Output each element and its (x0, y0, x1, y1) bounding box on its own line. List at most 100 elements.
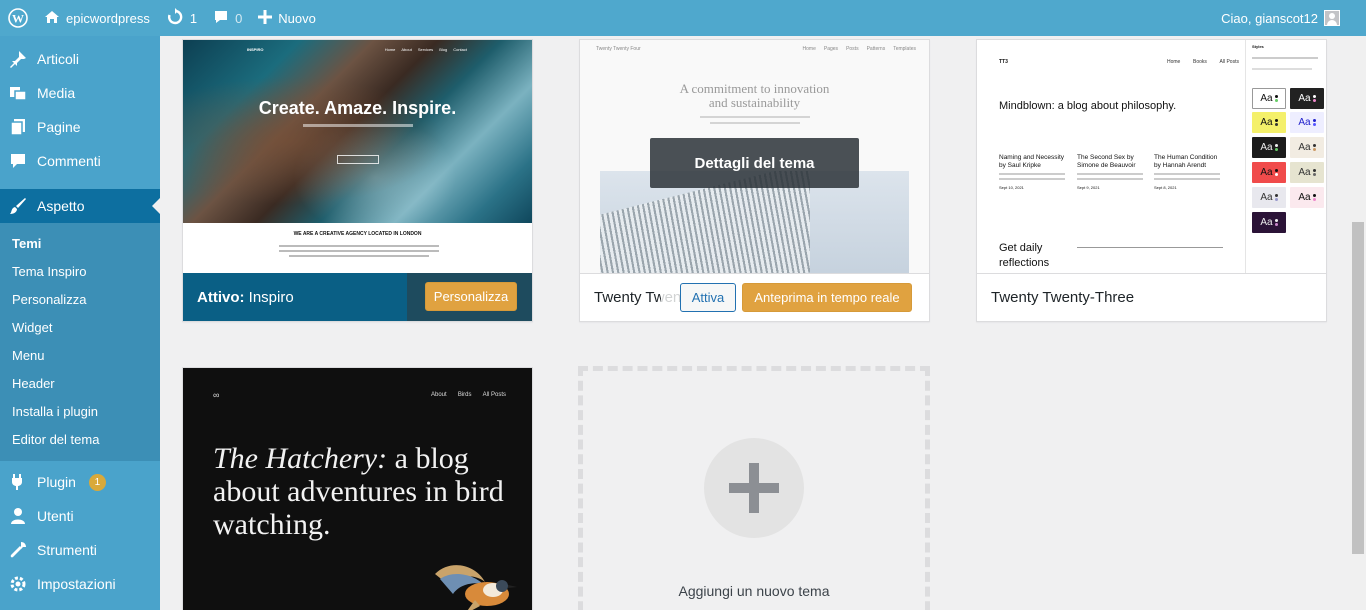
theme-details-overlay[interactable]: Dettagli del tema (650, 138, 859, 188)
tt4-preview-nav: Twenty Twenty Four Home Pages Posts Patt… (596, 46, 916, 52)
menu-pagine[interactable]: Pagine (0, 110, 160, 144)
tt4-preview-text-line (710, 122, 800, 124)
inspiro-preview-button (337, 155, 379, 164)
theme-card-inspiro[interactable]: INSPIRO Home About Services Blog Contact… (182, 39, 533, 322)
plugin-update-badge: 1 (88, 473, 106, 491)
brush-icon (8, 197, 28, 215)
tt4-preview-heading: A commitment to innovation and sustainab… (679, 81, 830, 110)
live-preview-button[interactable]: Anteprima in tempo reale (742, 283, 912, 312)
inspiro-preview-text-line (279, 250, 439, 252)
admin-bar: W epicwordpress 1 0 Nuovo Ciao, gianscot… (0, 0, 1366, 36)
menu-impostazioni[interactable]: Impostazioni (0, 567, 160, 601)
submenu-menu[interactable]: Menu (0, 341, 160, 369)
avatar (1324, 10, 1340, 26)
hatchery-preview-nav-item: About (431, 392, 447, 398)
menu-media[interactable]: Media (0, 76, 160, 110)
menu-strumenti[interactable]: Strumenti (0, 533, 160, 567)
style-swatch: Aa (1252, 137, 1286, 158)
tt3-preview-heading: Mindblown: a blog about philosophy. (999, 100, 1177, 112)
inspiro-preview-bottom: WE ARE A CREATIVE AGENCY LOCATED IN LOND… (183, 223, 532, 273)
comments-link[interactable]: 0 (205, 0, 250, 36)
style-swatch: Aa (1290, 112, 1324, 133)
active-label: Attivo: Inspiro (197, 289, 294, 306)
theme-screenshot-hatchery[interactable]: ∞ About Birds All Posts The Hatchery: a … (183, 368, 532, 610)
theme-name-bar: Twenty Twenty-Three (977, 273, 1326, 321)
style-swatch: Aa (1252, 88, 1286, 109)
wrench-icon (8, 541, 28, 559)
scrollbar-thumb[interactable] (1352, 222, 1364, 554)
active-prefix: Attivo: (197, 288, 245, 306)
menu-utenti[interactable]: Utenti (0, 499, 160, 533)
menu-label: Pagine (37, 119, 81, 135)
menu-articoli[interactable]: Articoli (0, 42, 160, 76)
page-scrollbar[interactable] (1350, 36, 1366, 610)
inspiro-hero-image (183, 40, 532, 223)
tt3-preview-post: The Second Sex by Simone de Beauvoir Sep… (1077, 154, 1147, 192)
inspiro-preview-text-line (289, 255, 429, 257)
activate-button[interactable]: Attiva (680, 283, 736, 312)
add-new-theme-card[interactable]: Aggiungi un nuovo tema (578, 366, 930, 610)
new-content-link[interactable]: Nuovo (250, 0, 324, 36)
tt3-preview-post: Naming and Necessity by Saul Kripke Sept… (999, 154, 1069, 192)
inspiro-preview-nav: INSPIRO Home About Services Blog Contact (247, 47, 467, 52)
tt3-post-title: Naming and Necessity by Saul Kripke (999, 154, 1065, 169)
site-name-link[interactable]: epicwordpress (36, 0, 158, 36)
inspiro-preview-title: Create. Amaze. Inspire. (258, 98, 457, 118)
theme-card-twenty-twenty-three[interactable]: TT3 Home Books All Posts Mindblown: a bl… (976, 39, 1327, 322)
inspiro-preview-subtext (303, 124, 413, 127)
inspiro-preview-logo: INSPIRO (247, 47, 264, 52)
themes-grid: INSPIRO Home About Services Blog Contact… (160, 36, 1350, 610)
updates-link[interactable]: 1 (158, 0, 205, 36)
tt3-preview-nav: Home Books All Posts (1167, 59, 1239, 65)
menu-commenti[interactable]: Commenti (0, 144, 160, 178)
submenu-editor-tema[interactable]: Editor del tema (0, 425, 160, 453)
tt3-post-excerpt (999, 178, 1065, 180)
theme-card-twenty-twenty-four[interactable]: Twenty Twenty Four Home Pages Posts Patt… (579, 39, 930, 322)
tt3-post-title: The Second Sex by Simone de Beauvoir (1077, 154, 1136, 169)
submenu-header[interactable]: Header (0, 369, 160, 397)
menu-aspetto[interactable]: Aspetto (0, 189, 160, 223)
submenu-tema-inspiro[interactable]: Tema Inspiro (0, 257, 160, 285)
theme-screenshot-twenty-twenty-four[interactable]: Twenty Twenty Four Home Pages Posts Patt… (580, 40, 929, 273)
hatchery-preview-nav: About Birds All Posts (431, 392, 506, 398)
theme-card-hatchery[interactable]: ∞ About Birds All Posts The Hatchery: a … (182, 367, 533, 610)
tt3-preview-nav-item: Books (1192, 59, 1207, 65)
theme-name-bar: Twenty Twenty-Four Attiva Anteprima in t… (580, 273, 929, 321)
theme-screenshot-twenty-twenty-three[interactable]: TT3 Home Books All Posts Mindblown: a bl… (977, 40, 1326, 273)
menu-label: Plugin (37, 474, 76, 490)
account-menu[interactable]: Ciao, gianscot12 (1221, 10, 1366, 26)
tt4-preview-brand: Twenty Twenty Four (596, 46, 641, 52)
wordpress-logo-icon[interactable]: W (0, 0, 36, 36)
tt3-post-excerpt (1154, 173, 1220, 175)
aspetto-submenu: Temi Tema Inspiro Personalizza Widget Me… (0, 223, 160, 461)
plugin-icon (8, 473, 28, 491)
submenu-widget[interactable]: Widget (0, 313, 160, 341)
hatchery-preview-logo: ∞ (213, 390, 220, 400)
tt3-post-date: Sept 8, 2021 (1154, 185, 1177, 190)
bird-illustration (435, 565, 517, 610)
submenu-installa-plugin[interactable]: Installa i plugin (0, 397, 160, 425)
submenu-temi[interactable]: Temi (0, 229, 160, 257)
menu-label: Aspetto (37, 198, 85, 214)
add-new-theme-plus-icon[interactable] (704, 438, 804, 538)
menu-plugin[interactable]: Plugin 1 (0, 465, 160, 499)
style-swatch: Aa (1290, 88, 1324, 109)
tt3-preview-daily: Get daily reflections (999, 242, 1050, 269)
tt3-post-title: The Human Condition by Hannah Arendt (1154, 154, 1218, 169)
theme-screenshot-inspiro[interactable]: INSPIRO Home About Services Blog Contact… (183, 40, 532, 273)
tt3-post-excerpt (1154, 178, 1220, 180)
tt3-preview-nav-item: Home (1167, 59, 1181, 65)
submenu-personalizza[interactable]: Personalizza (0, 285, 160, 313)
inspiro-preview-nav-item: About (401, 47, 412, 52)
inspiro-preview-text-line (279, 245, 439, 247)
tt3-preview-nav-item: All Posts (1219, 59, 1239, 65)
hatchery-preview-nav-item: All Posts (482, 392, 506, 398)
tt3-post-excerpt (1077, 178, 1143, 180)
media-icon (8, 84, 28, 102)
tt4-preview-nav-item: Templates (893, 46, 916, 52)
hatchery-preview-nav-item: Birds (457, 392, 472, 398)
menu-label: Impostazioni (37, 576, 116, 592)
customize-button[interactable]: Personalizza (425, 282, 517, 311)
tt3-post-date: Sept 9, 2021 (1077, 185, 1100, 190)
inspiro-preview-nav-item: Contact (453, 47, 467, 52)
